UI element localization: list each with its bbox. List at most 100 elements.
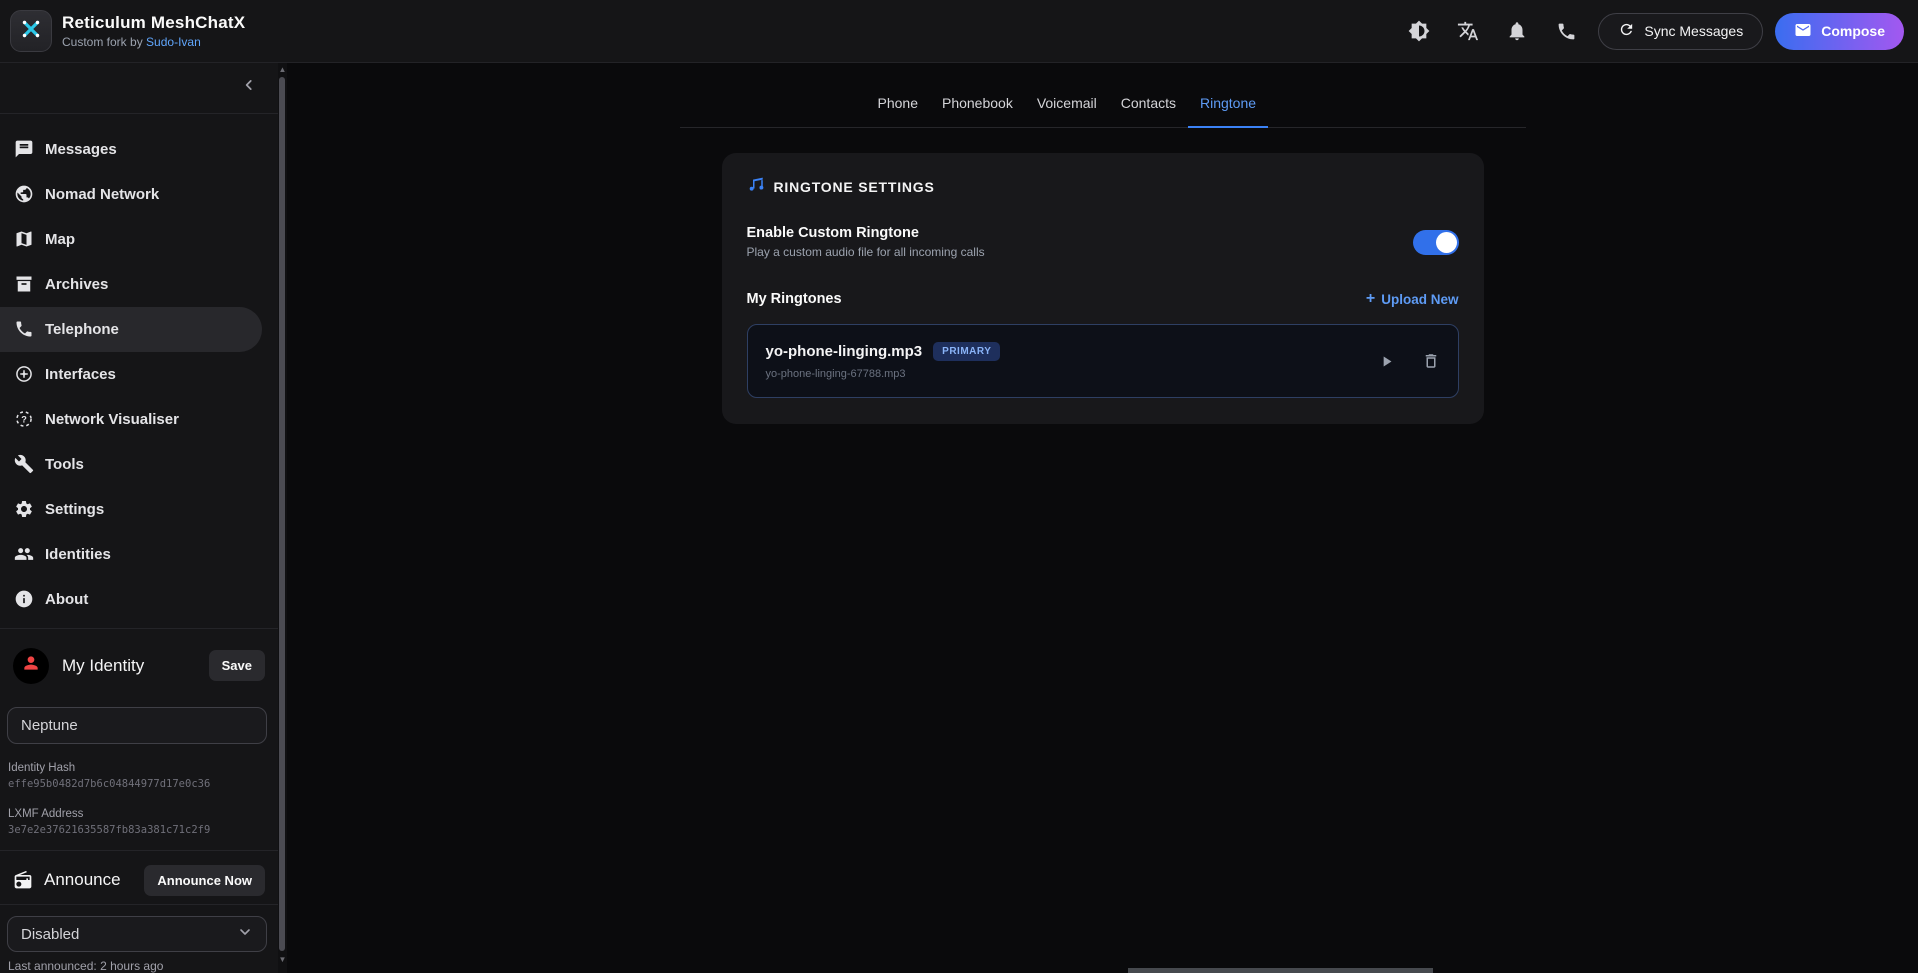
sidebar: Messages Nomad Network Map xyxy=(0,63,278,973)
sidebar-collapse-row xyxy=(0,63,278,114)
enable-custom-ringtone-desc: Play a custom audio file for all incomin… xyxy=(747,245,985,259)
phone-icon xyxy=(14,319,34,339)
radio-icon xyxy=(13,870,33,890)
sidebar-item-label: Settings xyxy=(45,501,104,518)
upload-new-label: Upload New xyxy=(1381,292,1458,307)
sidebar-item-tools[interactable]: Tools xyxy=(0,442,278,487)
tab-contacts[interactable]: Contacts xyxy=(1109,95,1188,127)
sidebar-item-identities[interactable]: Identities xyxy=(0,532,278,577)
sync-messages-button[interactable]: Sync Messages xyxy=(1598,13,1763,50)
announce-label: Announce xyxy=(44,870,133,890)
sidebar-item-label: Archives xyxy=(45,276,108,293)
announce-now-button[interactable]: Announce Now xyxy=(144,865,265,896)
svg-text:?: ? xyxy=(21,415,27,425)
globe-icon xyxy=(14,184,34,204)
gear-icon xyxy=(14,499,34,519)
phone-icon[interactable] xyxy=(1554,19,1578,43)
mesh-x-logo-icon xyxy=(19,17,43,46)
ringtone-item-texts: yo-phone-linging.mp3 PRIMARY yo-phone-li… xyxy=(766,342,1001,380)
sidebar-item-label: Telephone xyxy=(45,321,119,338)
info-icon xyxy=(14,589,34,609)
enable-texts: Enable Custom Ringtone Play a custom aud… xyxy=(747,225,985,259)
upload-new-button[interactable]: + Upload New xyxy=(1366,290,1459,308)
avatar xyxy=(13,648,49,684)
my-ringtones-row: My Ringtones + Upload New xyxy=(747,290,1459,308)
last-announced-text: Last announced: 2 hours ago xyxy=(8,959,270,973)
save-button[interactable]: Save xyxy=(209,650,265,681)
sidebar-scrollbar[interactable]: ▲ ▼ xyxy=(278,63,287,973)
sidebar-item-label: Messages xyxy=(45,141,117,158)
collapse-chevron-left-icon[interactable] xyxy=(242,78,256,97)
refresh-icon xyxy=(1618,21,1635,41)
sidebar-item-label: Nomad Network xyxy=(45,186,159,203)
chevron-down-icon xyxy=(237,924,253,945)
app-title: Reticulum MeshChatX xyxy=(62,13,245,33)
plus-icon: + xyxy=(1366,290,1375,308)
chat-icon xyxy=(14,139,34,159)
music-note-icon xyxy=(747,175,765,198)
announce-interval-select[interactable]: Disabled xyxy=(7,916,267,952)
enable-custom-ringtone-label: Enable Custom Ringtone xyxy=(747,225,985,241)
lxmf-address-block: LXMF Address 3e7e2e37621635587fb83a381c7… xyxy=(8,808,270,836)
my-identity-row: My Identity Save xyxy=(0,647,278,685)
scrollbar-down-arrow[interactable]: ▼ xyxy=(278,955,287,965)
subtitle-prefix: Custom fork by xyxy=(62,35,143,49)
scrollbar-thumb[interactable] xyxy=(279,77,285,951)
theme-brightness-icon[interactable] xyxy=(1407,19,1431,43)
sidebar-item-archives[interactable]: Archives xyxy=(0,262,278,307)
tab-ringtone[interactable]: Ringtone xyxy=(1188,95,1268,127)
announce-interval-value: Disabled xyxy=(21,926,237,943)
my-identity-title: My Identity xyxy=(62,656,209,676)
ringtone-name: yo-phone-linging.mp3 xyxy=(766,343,923,360)
app-subtitle: Custom fork by Sudo-Ivan xyxy=(62,35,245,49)
archive-icon xyxy=(14,274,34,294)
people-icon xyxy=(14,544,34,564)
primary-badge: PRIMARY xyxy=(933,342,1000,361)
sidebar-divider xyxy=(0,904,278,905)
ringtone-list-item[interactable]: yo-phone-linging.mp3 PRIMARY yo-phone-li… xyxy=(747,324,1459,398)
compose-button[interactable]: Compose xyxy=(1775,13,1904,50)
sidebar-item-label: Identities xyxy=(45,546,111,563)
sidebar-item-label: Interfaces xyxy=(45,366,116,383)
sidebar-item-label: About xyxy=(45,591,88,608)
translate-icon[interactable] xyxy=(1456,19,1480,43)
scrollbar-up-arrow[interactable]: ▲ xyxy=(278,65,287,75)
card-header: RINGTONE SETTINGS xyxy=(747,175,1459,198)
sidebar-item-map[interactable]: Map xyxy=(0,217,278,262)
telephone-tabs: Phone Phonebook Voicemail Contacts Ringt… xyxy=(680,63,1526,128)
identity-hash-value: effe95b0482d7b6c04844977d17e0c36 xyxy=(8,778,270,790)
sidebar-nav: Messages Nomad Network Map xyxy=(0,114,278,622)
app-window: Reticulum MeshChatX Custom fork by Sudo-… xyxy=(0,0,1918,973)
identity-hash-label: Identity Hash xyxy=(8,762,270,774)
sidebar-item-label: Tools xyxy=(45,456,84,473)
wrench-icon xyxy=(14,454,34,474)
sidebar-item-nomad-network[interactable]: Nomad Network xyxy=(0,172,278,217)
app-logo[interactable] xyxy=(10,10,52,52)
top-bar: Reticulum MeshChatX Custom fork by Sudo-… xyxy=(0,0,1918,63)
hub-icon xyxy=(14,364,34,384)
tab-phone[interactable]: Phone xyxy=(866,95,930,127)
sidebar-item-messages[interactable]: Messages xyxy=(0,127,278,172)
sidebar-item-network-visualiser[interactable]: ? Network Visualiser xyxy=(0,397,278,442)
identity-name-input[interactable] xyxy=(7,707,267,745)
sidebar-item-telephone[interactable]: Telephone xyxy=(0,307,262,352)
sidebar-divider xyxy=(0,628,278,629)
ringtone-filename: yo-phone-linging-67788.mp3 xyxy=(766,368,1001,380)
sidebar-item-interfaces[interactable]: Interfaces xyxy=(0,352,278,397)
tab-voicemail[interactable]: Voicemail xyxy=(1025,95,1109,127)
compose-label: Compose xyxy=(1821,23,1885,39)
tab-phonebook[interactable]: Phonebook xyxy=(930,95,1025,127)
play-icon[interactable] xyxy=(1378,353,1395,370)
trash-icon[interactable] xyxy=(1422,352,1440,370)
sidebar-item-settings[interactable]: Settings xyxy=(0,487,278,532)
announce-row: Announce Announce Now xyxy=(0,862,278,898)
sidebar-item-about[interactable]: About xyxy=(0,577,278,622)
notifications-bell-icon[interactable] xyxy=(1505,19,1529,43)
ringtone-settings-card: RINGTONE SETTINGS Enable Custom Ringtone… xyxy=(722,153,1484,424)
enable-custom-ringtone-toggle[interactable] xyxy=(1413,230,1459,255)
horizontal-scrollbar-thumb[interactable] xyxy=(1128,968,1433,973)
enable-custom-ringtone-row: Enable Custom Ringtone Play a custom aud… xyxy=(747,225,1459,259)
fork-author-link[interactable]: Sudo-Ivan xyxy=(146,35,201,49)
envelope-icon xyxy=(1794,21,1812,42)
identity-hash-block: Identity Hash effe95b0482d7b6c04844977d1… xyxy=(8,762,270,790)
